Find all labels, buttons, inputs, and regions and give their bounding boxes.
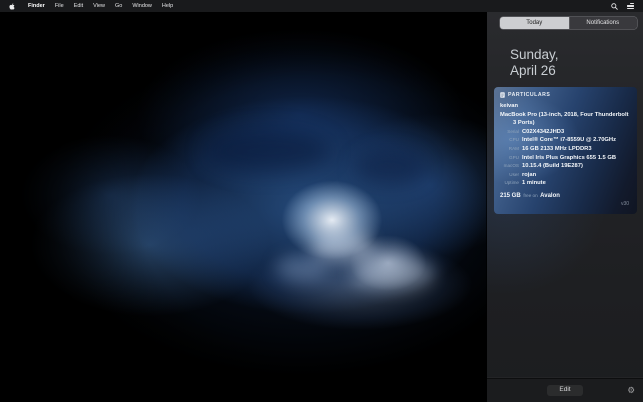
menu-item-file[interactable]: File	[50, 0, 69, 12]
menu-item-help[interactable]: Help	[157, 0, 178, 12]
notification-center-panel: Today Notifications Sunday, April 26 PAR…	[487, 12, 643, 402]
menu-item-window[interactable]: Window	[127, 0, 157, 12]
mac-model: MacBook Pro (13-inch, 2018, Four Thunder…	[500, 111, 631, 128]
hostname: keivan	[500, 102, 631, 111]
spec-row-serial: Serial C02X4342JHD3	[500, 128, 631, 137]
menu-bar: Finder File Edit View Go Window Help	[0, 0, 643, 12]
settings-gear-icon[interactable]: ⚙	[627, 386, 635, 395]
cloud-shadow	[355, 150, 425, 184]
apple-menu-icon[interactable]	[9, 3, 15, 10]
cloud-shadow	[205, 130, 330, 172]
cloud-puff	[352, 256, 434, 290]
cloud-puff	[312, 232, 374, 262]
spec-row-ram: RAM 16 GB 2133 MHz LPDDR3	[500, 145, 631, 154]
spec-row-user: User rojan	[500, 171, 631, 180]
desktop-screen: Finder File Edit View Go Window Help Tod…	[0, 0, 643, 402]
menu-item-finder[interactable]: Finder	[23, 0, 50, 12]
storage-line: 215 GB free on Avalon	[500, 193, 631, 199]
widget-header: PARTICULARS	[500, 92, 631, 98]
spec-row-uptime: Uptime 1 minute	[500, 179, 631, 188]
particulars-widget[interactable]: PARTICULARS keivan MacBook Pro (13-inch,…	[494, 87, 637, 214]
panel-footer: Edit ⚙	[487, 378, 643, 402]
today-date: Sunday, April 26	[510, 47, 643, 78]
widget-title: PARTICULARS	[508, 92, 550, 98]
menu-item-go[interactable]: Go	[110, 0, 127, 12]
spotlight-search-icon[interactable]	[611, 3, 618, 10]
menu-item-view[interactable]: View	[88, 0, 110, 12]
notification-center-icon[interactable]	[627, 3, 634, 9]
tab-notifications[interactable]: Notifications	[569, 17, 638, 29]
storage-volume: Avalon	[540, 193, 560, 199]
edit-button[interactable]: Edit	[547, 385, 582, 397]
storage-connector: free on	[522, 193, 538, 198]
particulars-icon	[500, 92, 505, 98]
date-line-2: April 26	[510, 63, 643, 79]
spec-row-gpu: GPU Intel Iris Plus Graphics 655 1.5 GB	[500, 154, 631, 163]
widget-version: v30	[500, 201, 631, 207]
tab-today[interactable]: Today	[500, 17, 569, 29]
spec-row-cpu: CPU Intel® Core™ i7-8559U @ 2.70GHz	[500, 136, 631, 145]
cloud-puff	[276, 255, 328, 281]
storage-amount: 215 GB	[500, 193, 521, 199]
spec-row-macos: macOS 10.15.4 (Build 19E287)	[500, 162, 631, 171]
date-line-1: Sunday,	[510, 47, 643, 63]
menu-item-edit[interactable]: Edit	[69, 0, 88, 12]
today-notifications-tabs: Today Notifications	[500, 17, 637, 29]
